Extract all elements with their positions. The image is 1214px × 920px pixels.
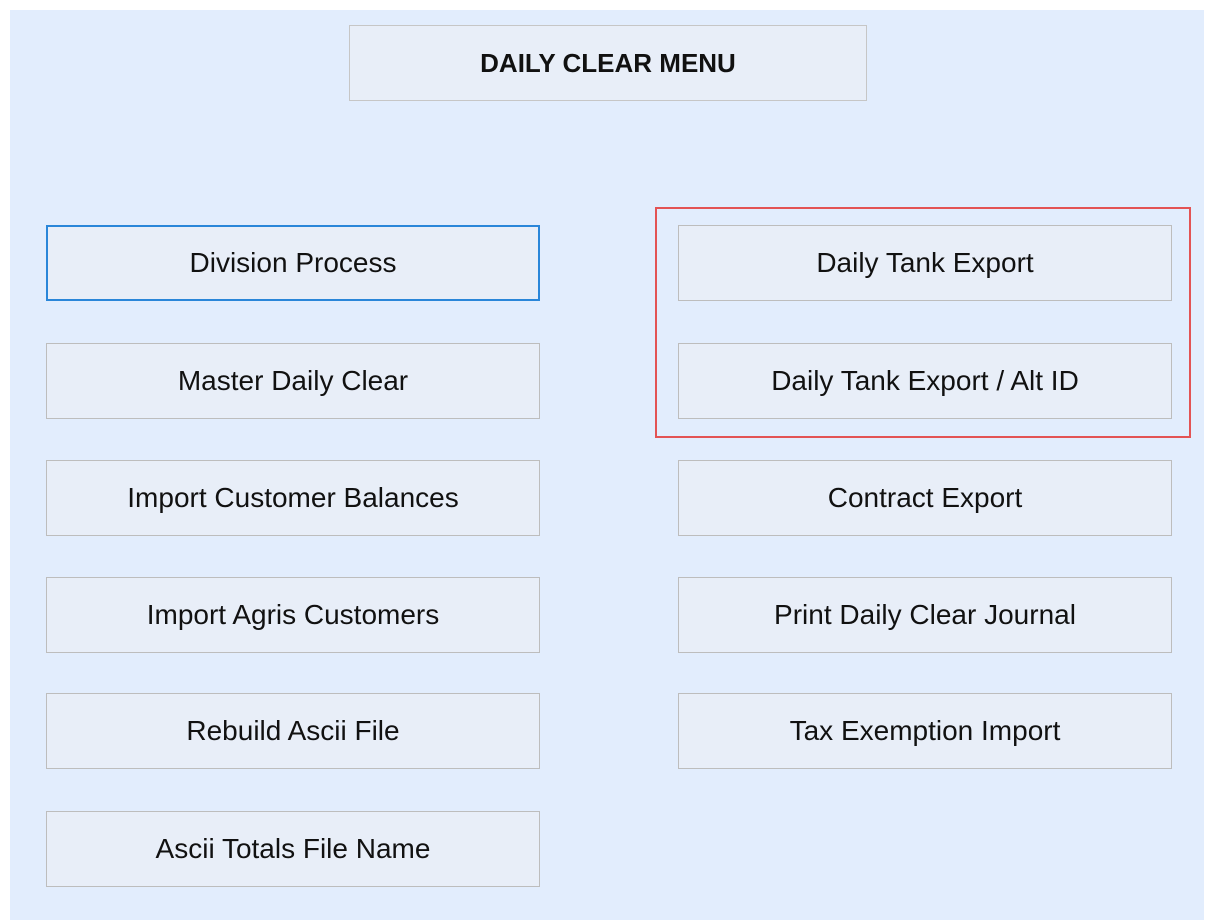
- daily-tank-export-button[interactable]: Daily Tank Export: [678, 225, 1172, 301]
- tax-exemption-import-button[interactable]: Tax Exemption Import: [678, 693, 1172, 769]
- menu-title: DAILY CLEAR MENU: [349, 25, 867, 101]
- print-daily-clear-journal-button[interactable]: Print Daily Clear Journal: [678, 577, 1172, 653]
- division-process-button[interactable]: Division Process: [46, 225, 540, 301]
- master-daily-clear-button[interactable]: Master Daily Clear: [46, 343, 540, 419]
- rebuild-ascii-file-button[interactable]: Rebuild Ascii File: [46, 693, 540, 769]
- import-customer-balances-button[interactable]: Import Customer Balances: [46, 460, 540, 536]
- import-agris-customers-button[interactable]: Import Agris Customers: [46, 577, 540, 653]
- ascii-totals-file-name-button[interactable]: Ascii Totals File Name: [46, 811, 540, 887]
- daily-tank-export-alt-id-button[interactable]: Daily Tank Export / Alt ID: [678, 343, 1172, 419]
- contract-export-button[interactable]: Contract Export: [678, 460, 1172, 536]
